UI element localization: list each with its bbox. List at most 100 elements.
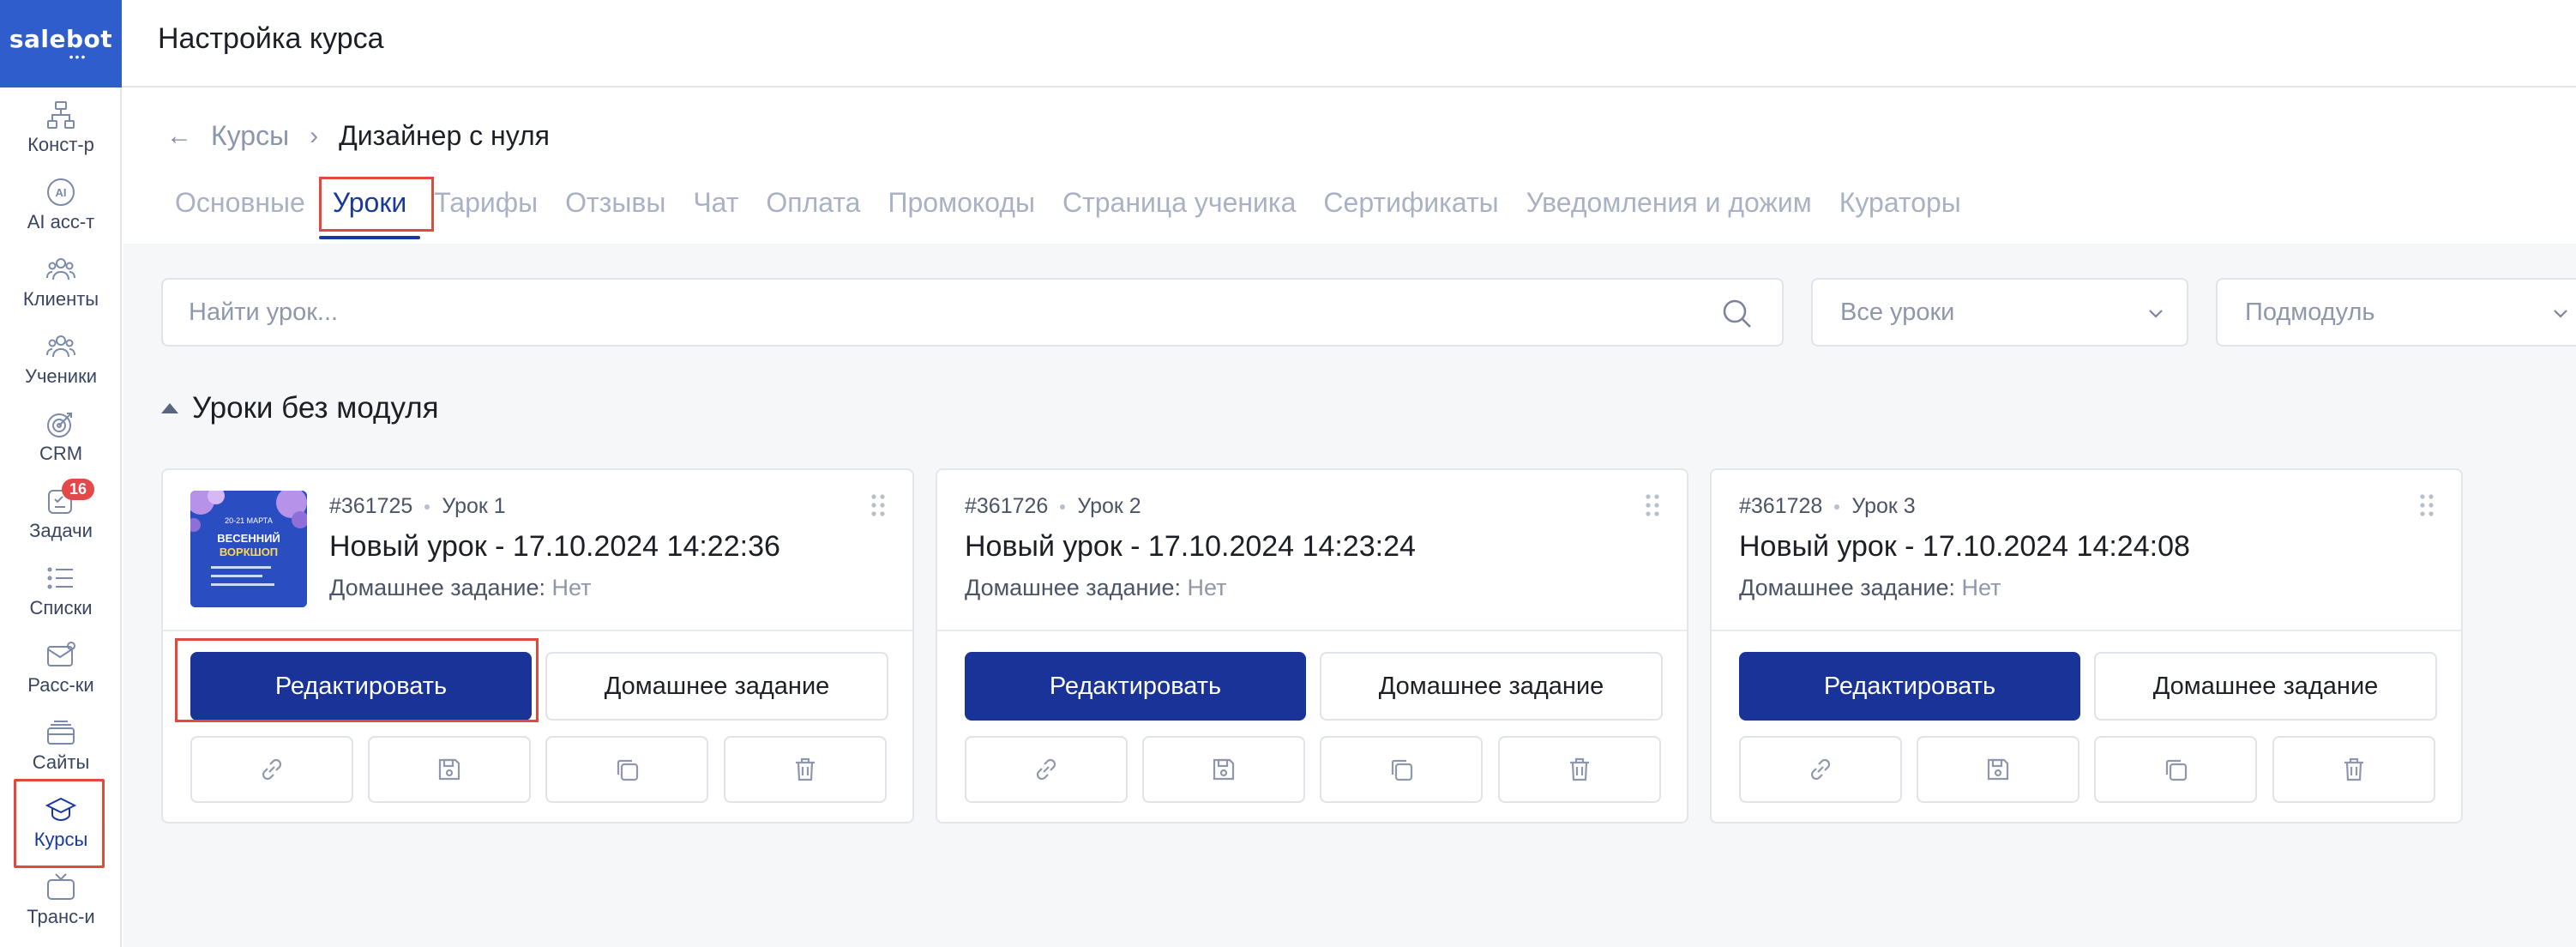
copy-link-button[interactable] [965,736,1128,803]
tab-main[interactable]: Основные [175,187,305,236]
sidebar-item-broadcasts[interactable]: Транс-и [0,872,122,928]
chevron-right-icon: › [310,121,319,150]
homework-button[interactable]: Домашнее задание [1320,652,1663,721]
save-button[interactable] [1142,736,1305,803]
section-header[interactable]: Уроки без модуля [161,391,439,425]
save-button[interactable] [368,736,531,803]
delete-button[interactable] [724,736,887,803]
workshop-poster-image: 20-21 МАРТА ВЕСЕННИЙ ВОРКШОП [190,491,307,607]
copy-link-button[interactable] [190,736,353,803]
collapse-triangle-icon[interactable] [161,403,178,413]
lessons-filter-value: Все уроки [1840,299,1955,326]
edit-lesson-button[interactable]: Редактировать [1739,652,2080,721]
lesson-title: Новый урок - 17.10.2024 14:22:36 [329,530,780,563]
duplicate-button[interactable] [545,736,708,803]
lesson-title: Новый урок - 17.10.2024 14:24:08 [1739,530,2190,563]
save-button[interactable] [1917,736,2079,803]
tab-notifications[interactable]: Уведомления и дожим [1526,187,1812,236]
sidebar-item-students[interactable]: Ученики [0,331,122,388]
delete-button[interactable] [2272,736,2435,803]
drag-handle-icon[interactable] [1644,492,1661,518]
lesson-meta: #361725 Урок 1 [329,494,506,519]
tab-curators[interactable]: Кураторы [1839,187,1961,236]
highlight-frame-courses [14,779,105,868]
lesson-search [161,278,1784,347]
lesson-number: Урок 2 [1077,494,1141,518]
sidebar-item-constructor[interactable]: Конст-р [0,100,122,156]
tab-tariffs[interactable]: Тарифы [434,187,538,236]
svg-text:AI: AI [56,186,67,199]
tab-promocodes[interactable]: Промокоды [888,187,1035,236]
trash-icon [1570,757,1589,781]
sidebar-item-label: CRM [39,443,83,464]
submodule-filter-value: Подмодуль [2245,299,2375,326]
tasks-count-badge: 16 [62,479,95,500]
page-title: Настройка курса [158,22,384,55]
delete-button[interactable] [1498,736,1661,803]
chevron-down-icon [2554,310,2567,318]
lesson-thumbnail: 20-21 МАРТА ВЕСЕННИЙ ВОРКШОП [190,491,307,607]
svg-text:ВОРКШОП: ВОРКШОП [220,546,278,558]
copy-icon [617,759,639,781]
homework-button[interactable]: Домашнее задание [545,652,888,721]
homework-label: Домашнее задание: [329,575,545,600]
trash-icon [796,757,815,781]
save-icon [1213,758,1235,781]
search-input[interactable] [189,295,1646,329]
homework-button[interactable]: Домашнее задание [2094,652,2437,721]
link-icon [262,758,282,781]
link-icon [1036,758,1056,781]
submodule-filter-select[interactable]: Подмодуль [2216,278,2576,347]
sitemap-icon [47,101,75,129]
section-title: Уроки без модуля [192,391,439,425]
sidebar-item-label: Ученики [24,365,98,387]
drag-handle-icon[interactable] [2418,492,2435,518]
lesson-meta: #361726 Урок 2 [965,494,1141,519]
duplicate-button[interactable] [1320,736,1483,803]
sidebar-item-clients[interactable]: Клиенты [0,254,122,311]
lesson-meta: #361728 Урок 3 [1739,494,1916,519]
sidebar-item-lists[interactable]: Списки [0,563,122,619]
lessons-filter-select[interactable]: Все уроки [1811,278,2188,347]
card-divider [1712,630,2461,631]
tab-certificates[interactable]: Сертификаты [1323,187,1498,236]
tab-payment[interactable]: Оплата [766,187,860,236]
sidebar-item-mailings[interactable]: Расс-ки [0,640,122,697]
back-arrow-icon[interactable]: ← [166,122,192,151]
tab-student-page[interactable]: Страница ученика [1062,187,1296,236]
students-icon [46,335,75,358]
sidebar-item-label: Задачи [29,520,93,541]
search-icon[interactable] [1720,297,1754,331]
tab-chat[interactable]: Чат [693,187,738,236]
tab-bar: Основные Уроки Тарифы Отзывы Чат Оплата … [175,187,1989,239]
separator-dot [1060,504,1066,510]
edit-lesson-button[interactable]: Редактировать [965,652,1306,721]
breadcrumb-courses-link[interactable]: Курсы [211,120,289,152]
lesson-card: #361728 Урок 3 Новый урок - 17.10.2024 1… [1710,468,2463,823]
sidebar-item-label: Конст-р [27,134,94,155]
tab-reviews[interactable]: Отзывы [565,187,665,236]
salebot-logo[interactable]: salebot ••• [0,0,122,87]
sidebar-item-tasks[interactable]: 16 Задачи [0,479,122,542]
lesson-id: #361725 [329,494,413,518]
lesson-number: Урок 3 [1851,494,1916,518]
chevron-down-icon [2149,310,2163,318]
lesson-number: Урок 1 [442,494,506,518]
homework-value: Нет [1187,575,1227,600]
tv-icon [47,873,75,900]
homework-status: Домашнее задание: Нет [965,575,1226,601]
lesson-title: Новый урок - 17.10.2024 14:23:24 [965,530,1416,563]
save-icon [1987,758,2009,781]
sidebar-item-label: AI асс-т [27,211,95,232]
sidebar-item-crm[interactable]: CRM [0,408,122,465]
sidebar-item-label: Клиенты [22,288,99,310]
sidebar-item-ai-assistant[interactable]: AI AI асс-т [0,177,122,233]
ai-icon: AI [47,178,75,206]
drag-handle-icon[interactable] [870,492,887,518]
link-icon [1810,758,1831,781]
stack-icon [47,721,75,745]
mail-icon [47,642,75,667]
duplicate-button[interactable] [2094,736,2257,803]
copy-link-button[interactable] [1739,736,1902,803]
sidebar-item-sites[interactable]: Сайты [0,717,122,774]
